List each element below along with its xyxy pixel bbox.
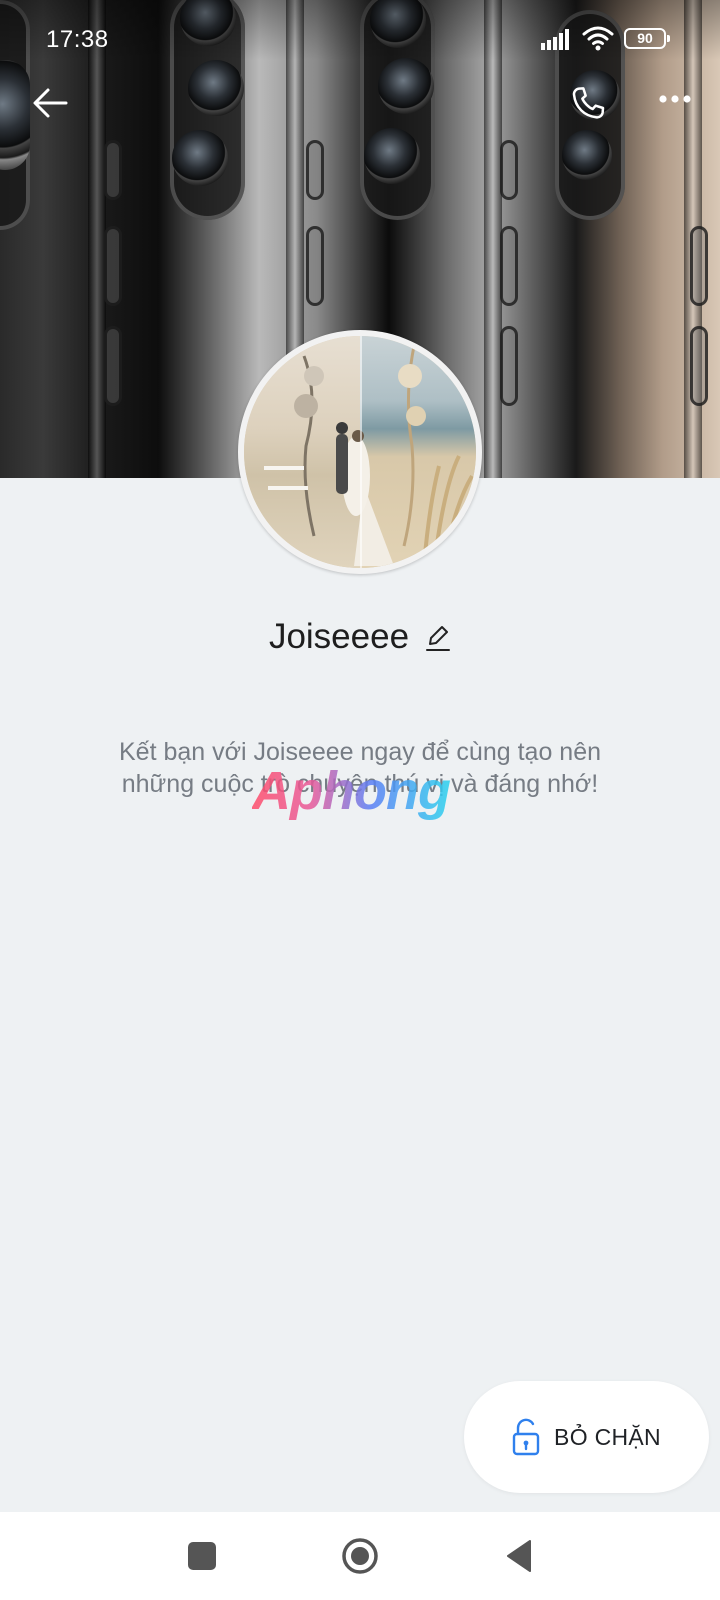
cover-decor xyxy=(306,226,324,306)
cover-decor xyxy=(364,128,420,184)
profile-name-row: Joiseeee xyxy=(0,612,720,662)
status-bar: 17:38 90 xyxy=(0,0,720,78)
arrow-left-icon[interactable] xyxy=(30,86,70,120)
phone-icon[interactable] xyxy=(568,84,608,124)
watermark-logo: Aphong xyxy=(252,761,451,821)
pencil-icon[interactable] xyxy=(425,624,451,652)
status-time: 17:38 xyxy=(46,26,109,53)
avatar-divider xyxy=(360,336,362,568)
more-horizontal-icon[interactable] xyxy=(658,92,692,106)
cover-decor xyxy=(500,326,518,406)
recent-apps-icon[interactable] xyxy=(188,1542,216,1570)
battery-level: 90 xyxy=(637,30,653,46)
system-nav-bar xyxy=(0,1512,720,1600)
battery-icon: 90 xyxy=(624,28,670,49)
cover-decor xyxy=(690,226,708,306)
cover-decor xyxy=(172,130,228,186)
signal-icon xyxy=(541,29,569,50)
cover-decor xyxy=(562,130,612,180)
cover-decor xyxy=(306,140,324,200)
cover-decor xyxy=(500,140,518,200)
cover-decor xyxy=(104,226,122,306)
profile-name: Joiseeee xyxy=(268,617,410,656)
unblock-button[interactable]: BỎ CHẶN xyxy=(464,1381,709,1493)
cover-decor xyxy=(104,140,122,200)
cover-decor xyxy=(500,226,518,306)
unlock-icon xyxy=(512,1418,540,1456)
wifi-icon xyxy=(582,26,614,51)
home-icon[interactable] xyxy=(341,1537,379,1575)
avatar[interactable] xyxy=(238,330,482,574)
cover-decor xyxy=(104,326,122,406)
unblock-label: BỎ CHẶN xyxy=(554,1423,661,1450)
cover-decor xyxy=(690,326,708,406)
nav-back-icon[interactable] xyxy=(504,1538,534,1574)
